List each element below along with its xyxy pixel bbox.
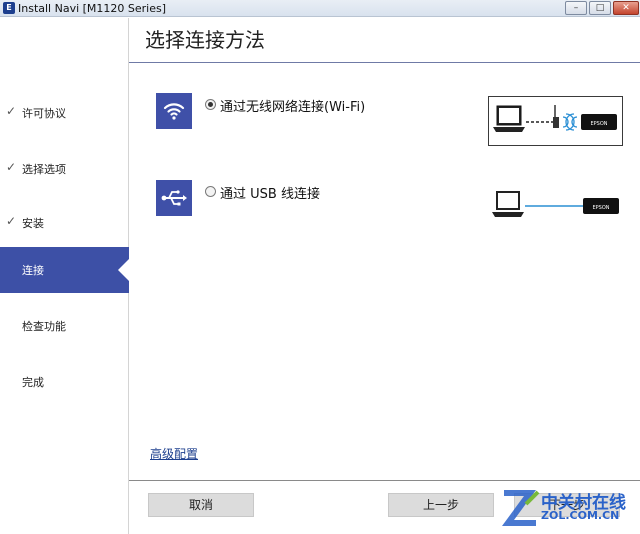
window-title: Install Navi [M1120 Series]: [18, 2, 167, 15]
maximize-button[interactable]: □: [589, 1, 611, 15]
sidebar-item-options: ✓ 选择选项: [0, 146, 128, 192]
printer-brand-label: EPSON: [592, 205, 609, 211]
wifi-option-label[interactable]: 通过无线网络连接(Wi-Fi): [220, 96, 365, 115]
usb-option-label[interactable]: 通过 USB 线连接: [220, 183, 320, 202]
sidebar-item-label: 检查功能: [22, 320, 66, 333]
sidebar-item-label: 安装: [22, 217, 44, 230]
usb-radio[interactable]: [205, 186, 216, 197]
sidebar-item-finish: 完成: [0, 359, 128, 405]
check-icon: ✓: [6, 214, 17, 228]
app-icon: E: [3, 2, 15, 14]
check-icon: ✓: [6, 104, 17, 118]
title-bar: E Install Navi [M1120 Series] – □ ✕: [0, 0, 640, 17]
wifi-connection-illustration: EPSON: [488, 96, 623, 146]
sidebar-item-label: 选择选项: [22, 163, 66, 176]
footer-divider: [129, 480, 640, 481]
usb-icon: [156, 180, 192, 216]
sidebar-item-license: ✓ 许可协议: [0, 90, 128, 136]
wifi-icon: [156, 93, 192, 129]
sidebar-item-connect: 连接: [0, 247, 130, 293]
advanced-config-link[interactable]: 高级配置: [150, 445, 198, 462]
sidebar-item-check-functions: 检查功能: [0, 303, 128, 349]
title-divider: [129, 62, 640, 63]
wifi-radio[interactable]: [205, 99, 216, 110]
usb-connection-illustration: EPSON: [490, 186, 624, 226]
cancel-button[interactable]: 取消: [148, 493, 254, 517]
sidebar-item-label: 连接: [22, 264, 44, 277]
watermark-url: ZOL.COM.CN: [541, 509, 620, 522]
check-icon: ✓: [6, 160, 17, 174]
sidebar-item-label: 完成: [22, 376, 44, 389]
sidebar-item-label: 许可协议: [22, 107, 66, 120]
printer-brand-label: EPSON: [590, 121, 607, 127]
back-button[interactable]: 上一步: [388, 493, 494, 517]
step-sidebar: ✓ 许可协议 ✓ 选择选项 ✓ 安装 连接 检查功能 完成: [0, 18, 130, 534]
close-button[interactable]: ✕: [613, 1, 639, 15]
minimize-button[interactable]: –: [565, 1, 587, 15]
page-title: 选择连接方法: [145, 28, 265, 52]
sidebar-item-install: ✓ 安装: [0, 200, 128, 246]
